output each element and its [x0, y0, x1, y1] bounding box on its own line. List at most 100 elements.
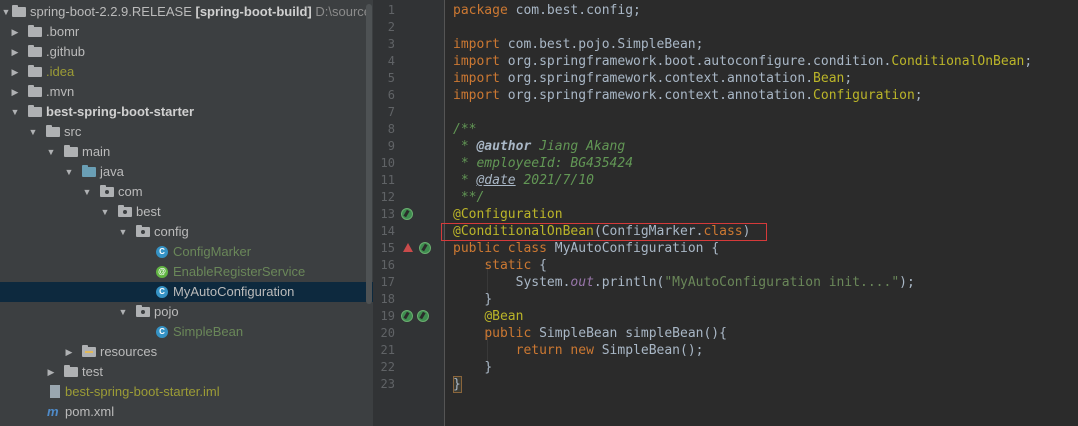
tree-item-main[interactable]: ▼ main — [0, 142, 373, 162]
keyword: import — [453, 71, 500, 86]
editor-gutter: 1 2 3 4 5 6 7 8 9 10 11 12 13 14 15 16 1… — [373, 0, 445, 426]
tree-item-simplebean[interactable]: C SimpleBean — [0, 322, 373, 342]
code-line-5: import org.springframework.context.annot… — [453, 70, 852, 87]
tree-item-label: .idea — [46, 64, 75, 79]
line-number: 17 — [380, 275, 395, 289]
keyword: class — [507, 241, 547, 256]
package-icon — [136, 305, 150, 317]
chevron-right-icon[interactable]: ▶ — [10, 42, 20, 62]
bean-override-icon[interactable] — [403, 243, 413, 252]
doc-star: * — [460, 156, 469, 171]
tree-item-github[interactable]: ▶ .github — [0, 42, 373, 62]
tree-item-label: SimpleBean — [173, 324, 244, 339]
tree-item-configmarker[interactable]: C ConfigMarker — [0, 242, 373, 262]
tree-item-label: best-spring-boot-starter.iml — [65, 384, 220, 399]
resources-folder-icon — [82, 345, 96, 357]
root-module-name: [spring-boot-build] — [195, 4, 312, 19]
paren: ) — [742, 224, 751, 239]
tree-scrollbar[interactable] — [366, 4, 372, 304]
chevron-down-icon[interactable]: ▼ — [10, 102, 20, 122]
tree-item-java[interactable]: ▼ java — [0, 162, 373, 182]
tree-item-test[interactable]: ▶ test — [0, 362, 373, 382]
tree-item-label: java — [100, 164, 124, 179]
tree-item-enableregisterservice[interactable]: @ EnableRegisterService — [0, 262, 373, 282]
chevron-down-icon[interactable]: ▼ — [82, 182, 92, 202]
chevron-down-icon[interactable]: ▼ — [118, 302, 128, 322]
folder-icon — [64, 145, 78, 157]
doc-tag: @date — [476, 173, 516, 188]
tree-item-config[interactable]: ▼ config — [0, 222, 373, 242]
doc-star: * — [460, 173, 469, 188]
line-number: 6 — [387, 88, 395, 102]
import-annotation: ConditionalOnBean — [891, 54, 1025, 69]
annotation: @Bean — [484, 309, 524, 324]
chevron-right-icon[interactable]: ▶ — [64, 342, 74, 362]
doc-comment: /** — [453, 122, 477, 137]
method-call: .println( — [593, 275, 665, 290]
chevron-right-icon[interactable]: ▶ — [10, 22, 20, 42]
line-number: 2 — [387, 20, 395, 34]
tree-item-bomr[interactable]: ▶ .bomr — [0, 22, 373, 42]
bean-icon[interactable] — [419, 242, 431, 254]
tree-item-resources[interactable]: ▶ resources — [0, 342, 373, 362]
folder-icon — [28, 45, 42, 57]
class-icon: C — [156, 246, 168, 258]
chevron-down-icon[interactable]: ▼ — [64, 162, 74, 182]
tree-item-src[interactable]: ▼ src — [0, 122, 373, 142]
tree-item-label: .mvn — [46, 84, 75, 99]
tree-item-best[interactable]: ▼ best — [0, 202, 373, 222]
chevron-down-icon[interactable]: ▼ — [46, 142, 56, 162]
code-line-12: **/ — [453, 189, 484, 206]
code-line-4: import org.springframework.boot.autoconf… — [453, 53, 1032, 70]
tree-item-idea[interactable]: ▶ .idea — [0, 62, 373, 82]
tree-item-com[interactable]: ▼ com — [0, 182, 373, 202]
tree-item-pojo[interactable]: ▼ pojo — [0, 302, 373, 322]
root-path: D:\source — [315, 4, 372, 19]
import-path: org.springframework.context.annotation. — [507, 88, 814, 103]
chevron-down-icon[interactable]: ▼ — [28, 122, 38, 142]
bean-navigate-icon[interactable] — [401, 310, 413, 322]
chevron-right-icon[interactable]: ▶ — [46, 362, 56, 382]
line-number: 16 — [380, 258, 395, 272]
paren: ); — [899, 275, 915, 290]
tree-item-label: resources — [100, 344, 158, 359]
code-editor[interactable]: 1 2 3 4 5 6 7 8 9 10 11 12 13 14 15 16 1… — [373, 0, 1078, 426]
doc-tag: @author — [476, 139, 532, 154]
class-ref: ConfigMarker — [601, 224, 696, 239]
line-number: 18 — [380, 292, 395, 306]
chevron-down-icon[interactable]: ▼ — [1, 2, 11, 22]
root-project-name: spring-boot-2.2.9.RELEASE — [30, 4, 192, 19]
code-line-22: } — [453, 359, 492, 376]
tree-item-mvn[interactable]: ▶ .mvn — [0, 82, 373, 102]
line-number: 7 — [387, 105, 395, 119]
keyword: static — [484, 258, 532, 273]
tree-root[interactable]: ▼ spring-boot-2.2.9.RELEASE [spring-boot… — [0, 2, 373, 22]
chevron-down-icon[interactable]: ▼ — [118, 222, 128, 242]
line-number: 23 — [380, 377, 395, 391]
line-number: 3 — [387, 37, 395, 51]
tree-item-iml[interactable]: best-spring-boot-starter.iml — [0, 382, 373, 402]
brace: { — [711, 241, 720, 256]
chevron-down-icon[interactable]: ▼ — [100, 202, 110, 222]
line-number: 11 — [380, 173, 395, 187]
folder-icon — [64, 365, 78, 377]
chevron-right-icon[interactable]: ▶ — [10, 82, 20, 102]
bean-icon[interactable] — [401, 208, 413, 220]
keyword: import — [453, 54, 500, 69]
line-number: 14 — [380, 224, 395, 238]
import-annotation: Configuration — [813, 88, 915, 103]
code-line-15: public class MyAutoConfiguration { — [453, 240, 719, 257]
tree-item-best-spring-boot-starter[interactable]: ▼ best-spring-boot-starter — [0, 102, 373, 122]
bean-icon[interactable] — [417, 310, 429, 322]
tree-item-myautoconfiguration[interactable]: C MyAutoConfiguration — [0, 282, 373, 302]
folder-icon — [28, 85, 42, 97]
tree-item-pom[interactable]: m pom.xml — [0, 402, 373, 422]
code-line-9: * @author Jiang Akang — [453, 138, 625, 155]
package-icon — [136, 225, 150, 237]
chevron-right-icon[interactable]: ▶ — [10, 62, 20, 82]
line-number: 19 — [380, 309, 395, 323]
line-number: 9 — [387, 139, 395, 153]
package-icon — [100, 185, 114, 197]
keyword: new — [570, 343, 594, 358]
module-folder-icon — [28, 105, 42, 117]
